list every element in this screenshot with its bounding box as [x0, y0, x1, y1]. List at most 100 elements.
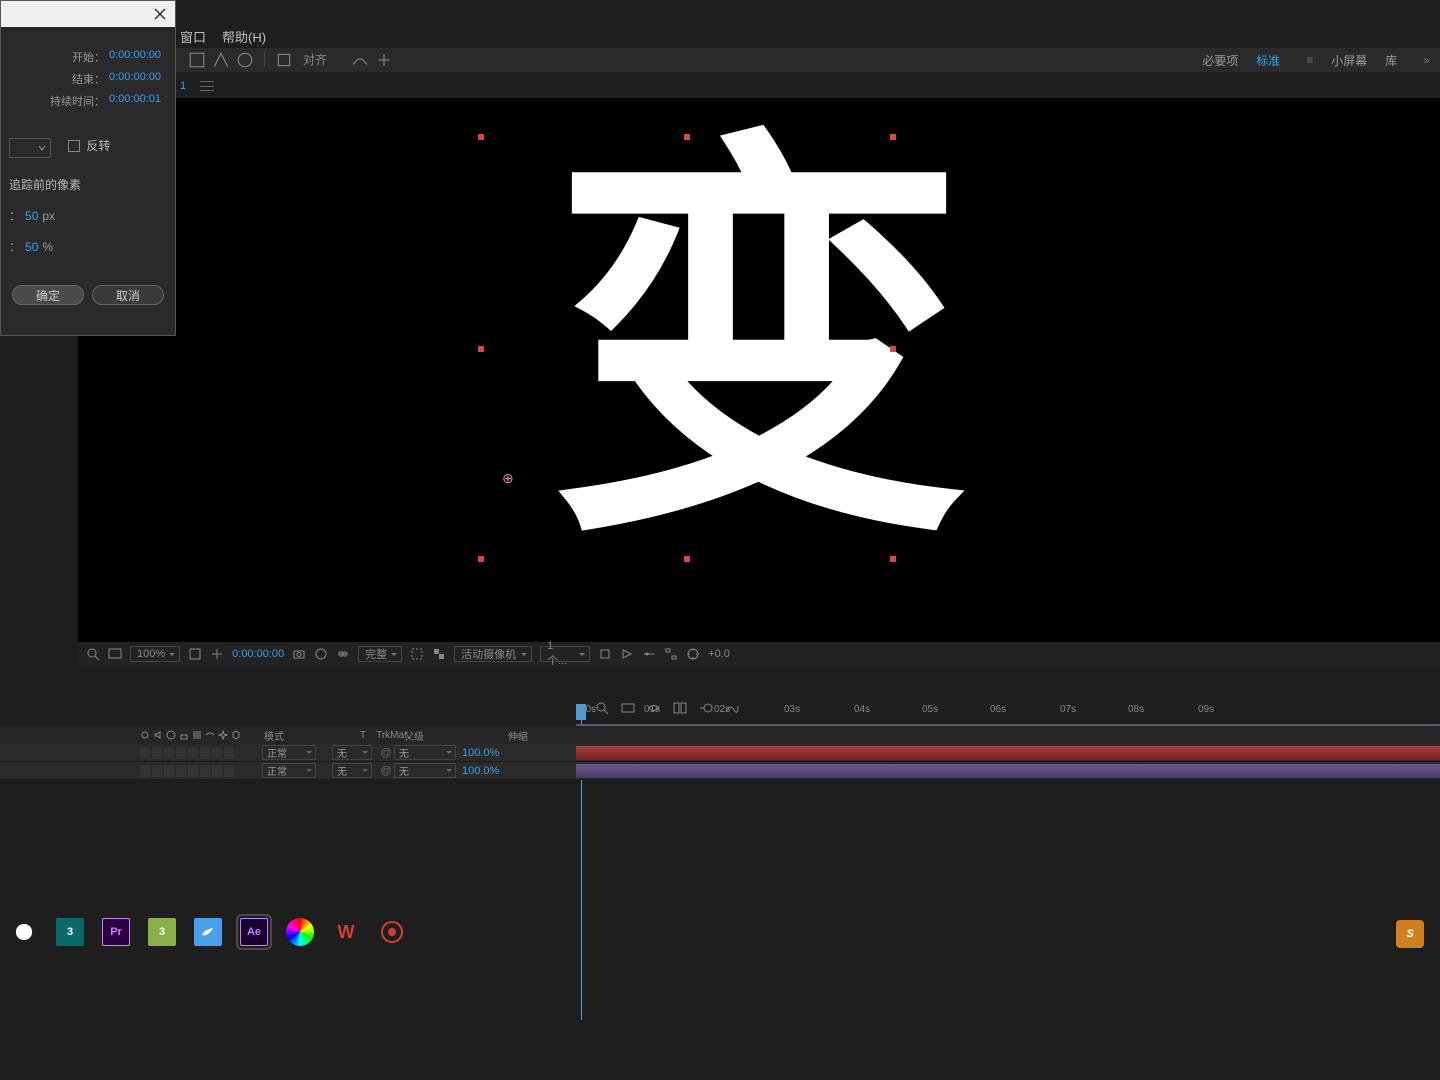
layer-duration-bar[interactable]	[576, 764, 1440, 778]
workspace-essentials[interactable]: 必要项	[1202, 52, 1238, 69]
transform-handle-bl[interactable]	[478, 556, 484, 562]
layer-switch[interactable]	[164, 747, 174, 759]
col-parent-header[interactable]: 父级	[400, 726, 504, 744]
pixel-aspect-icon[interactable]	[598, 647, 612, 661]
roi-icon[interactable]	[410, 647, 424, 661]
menu-window[interactable]: 窗口	[180, 27, 206, 46]
cancel-button[interactable]: 取消	[92, 285, 164, 305]
transparency-icon[interactable]	[432, 647, 446, 661]
transform-handle-ml[interactable]	[478, 346, 484, 352]
tool-icon-6[interactable]	[375, 51, 393, 69]
taskbar-app-premiere-icon[interactable]: Pr	[102, 918, 130, 946]
layer-switch[interactable]	[200, 765, 210, 777]
timeline-sync-icon[interactable]	[642, 647, 656, 661]
layer-switch[interactable]	[176, 765, 186, 777]
anchor-point-icon[interactable]: ⊕	[502, 470, 514, 487]
screen-icon[interactable]	[108, 647, 122, 661]
tool-icon-5[interactable]	[351, 51, 369, 69]
workspace-library[interactable]: 库	[1385, 52, 1397, 69]
parent-pickwhip-icon[interactable]: @	[378, 745, 394, 761]
workspace-standard[interactable]: 标准	[1256, 52, 1280, 69]
composition-viewer[interactable]: 变 ⊕	[78, 98, 1440, 642]
snapshot-icon[interactable]	[292, 647, 306, 661]
tool-icon-3[interactable]	[236, 51, 254, 69]
layer-switch[interactable]	[224, 765, 234, 777]
transform-handle-mr[interactable]	[890, 346, 896, 352]
col-shy-icon[interactable]	[205, 730, 215, 740]
camera-dropdown[interactable]: 活动摄像机	[454, 646, 532, 662]
taskbar-app-recorder-icon[interactable]	[378, 918, 406, 946]
grid-toggle-icon[interactable]	[210, 647, 224, 661]
dialog-titlebar[interactable]	[1, 1, 175, 27]
layer-stretch-value[interactable]: 100.0%	[462, 765, 499, 777]
layer-switch[interactable]	[200, 747, 210, 759]
taskbar-app-wps-icon[interactable]: W	[332, 918, 360, 946]
transform-handle-bc[interactable]	[684, 556, 690, 562]
layer-parent-dropdown[interactable]: 无	[394, 745, 456, 760]
tool-icon-2[interactable]	[212, 51, 230, 69]
col-label-icon[interactable]	[192, 730, 202, 740]
taskbar-app-3-icon[interactable]: 3	[148, 918, 176, 946]
ok-button[interactable]: 确定	[12, 285, 84, 305]
zoom-dropdown[interactable]: 100%	[130, 646, 180, 662]
dialog-dropdown[interactable]	[9, 138, 51, 158]
layer-mode-dropdown[interactable]: 正常	[262, 745, 316, 760]
col-mode-header[interactable]: 模式	[260, 726, 320, 744]
taskbar-app-colorwheel-icon[interactable]	[286, 918, 314, 946]
duration-value[interactable]: 0:00:00:01	[109, 93, 167, 109]
workspace-overflow-icon[interactable]: »	[1423, 53, 1430, 67]
taskbar-app-qq-icon[interactable]	[10, 918, 38, 946]
end-time-value[interactable]: 0:00:00:00	[109, 71, 167, 87]
timeline-layer-row[interactable]: 正常 无 @ 无 100.0%	[0, 762, 1440, 780]
workspace-standard-menu-icon[interactable]: ≡	[1306, 53, 1313, 67]
exposure-reset-icon[interactable]	[686, 647, 700, 661]
taskbar-app-sogou-icon[interactable]: S	[1396, 920, 1424, 948]
col-lock-icon[interactable]	[179, 730, 189, 740]
layer-switch[interactable]	[140, 747, 150, 759]
exposure-value[interactable]: +0.0	[708, 648, 730, 660]
mask-icon[interactable]	[336, 647, 350, 661]
layer-stretch-value[interactable]: 100.0%	[462, 747, 499, 759]
layer-switch[interactable]	[152, 747, 162, 759]
timeline-layer-row[interactable]: 正常 无 @ 无 100.0%	[0, 744, 1440, 762]
panel-menu-icon[interactable]	[200, 81, 214, 91]
col-stretch-header[interactable]: 伸缩	[504, 726, 576, 744]
taskbar-app-3dsmax-icon[interactable]: 3	[56, 918, 84, 946]
views-dropdown[interactable]: 1 个...	[540, 646, 590, 662]
layer-switch[interactable]	[176, 747, 186, 759]
col-audio-icon[interactable]	[153, 730, 163, 740]
layer-mode-dropdown[interactable]: 正常	[262, 763, 316, 778]
current-timecode[interactable]: 0:00:00:00	[232, 648, 284, 660]
parent-pickwhip-icon[interactable]: @	[378, 763, 394, 779]
taskbar-app-aftereffects-icon[interactable]: Ae	[240, 918, 268, 946]
layer-switch[interactable]	[164, 765, 174, 777]
menu-help[interactable]: 帮助(H)	[222, 27, 266, 46]
channels-icon[interactable]	[314, 647, 328, 661]
layer-parent-dropdown[interactable]: 无	[394, 763, 456, 778]
comp-flowchart-icon[interactable]	[664, 647, 678, 661]
col-video-icon[interactable]	[140, 730, 150, 740]
layer-trkmat-dropdown[interactable]: 无	[332, 745, 372, 760]
layer-switch[interactable]	[188, 747, 198, 759]
dialog-close-button[interactable]	[151, 6, 169, 22]
taskbar-app-thunder-icon[interactable]	[194, 918, 222, 946]
transform-handle-tl[interactable]	[478, 134, 484, 140]
layer-switch[interactable]	[152, 765, 162, 777]
layer-switch[interactable]	[224, 747, 234, 759]
resolution-dropdown[interactable]: 完整	[358, 646, 402, 662]
col-3d-icon[interactable]	[231, 730, 241, 740]
layer-switch[interactable]	[140, 765, 150, 777]
reverse-checkbox[interactable]	[68, 140, 80, 152]
timeline-ruler[interactable]: 00s 01s 02s 03s 04s 05s 06s 07s 08s 09s	[576, 704, 1440, 724]
tool-icon-1[interactable]	[188, 51, 206, 69]
transform-handle-tr[interactable]	[890, 134, 896, 140]
col-trkmat-header[interactable]: TTrkMat	[320, 726, 400, 744]
layer-trkmat-dropdown[interactable]: 无	[332, 763, 372, 778]
transform-handle-br[interactable]	[890, 556, 896, 562]
magnify-icon[interactable]	[86, 647, 100, 661]
fast-preview-icon[interactable]	[620, 647, 634, 661]
snap-icon[interactable]	[275, 51, 293, 69]
transform-handle-tc[interactable]	[684, 134, 690, 140]
layer-duration-bar[interactable]	[576, 746, 1440, 760]
layer-switch[interactable]	[212, 765, 222, 777]
